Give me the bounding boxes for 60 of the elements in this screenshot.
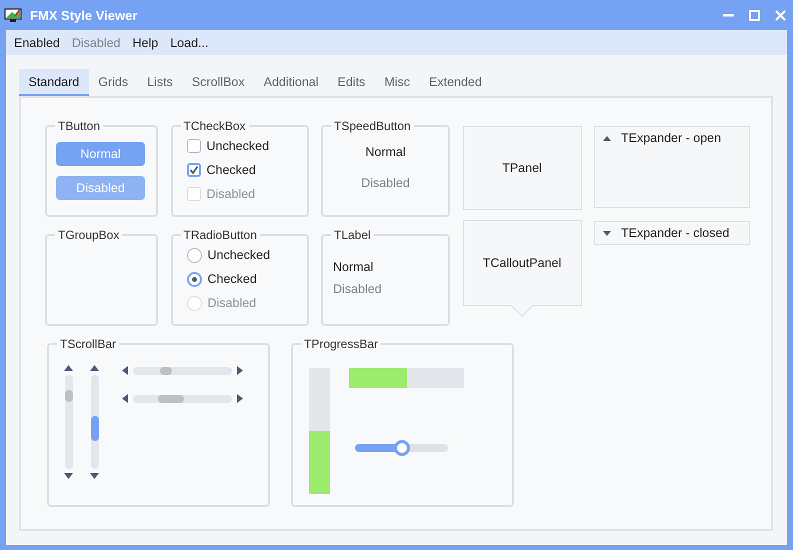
callout-panel: TCalloutPanel	[462, 220, 582, 317]
menu-item[interactable]: Help	[126, 34, 164, 52]
tab[interactable]: Edits	[328, 69, 375, 96]
group-title: TProgressBar	[303, 337, 380, 351]
scrollbar-track[interactable]	[133, 366, 232, 374]
checkbox[interactable]	[186, 139, 200, 153]
tab[interactable]: Extended	[420, 69, 492, 96]
scrollbar-thumb[interactable]	[158, 394, 184, 402]
checkbox[interactable]	[186, 163, 200, 177]
minimize-icon[interactable]	[723, 14, 734, 16]
scrollbar-thumb[interactable]	[90, 416, 98, 441]
radio-label: Checked	[208, 272, 257, 286]
triangle-up-icon	[603, 136, 611, 140]
group-title: TGroupBox	[57, 228, 120, 242]
panel: TPanel	[462, 126, 582, 210]
maximize-icon[interactable]	[749, 10, 760, 20]
scrollbar-thumb[interactable]	[64, 390, 72, 402]
arrow-right-icon[interactable]	[237, 394, 243, 403]
scrollbar-track[interactable]	[133, 394, 232, 402]
scrollbar-thumb[interactable]	[160, 366, 172, 374]
group-title: TSpeedButton	[333, 119, 412, 133]
tab[interactable]: Standard	[19, 69, 89, 96]
scrollbar-track[interactable]	[90, 375, 98, 469]
group-title: TRadioButton	[182, 228, 258, 242]
slider-thumb[interactable]	[394, 440, 410, 456]
tab[interactable]: Misc	[374, 69, 420, 96]
radio-button[interactable]	[186, 272, 202, 286]
group-title: TLabel	[333, 228, 372, 242]
radio-label: Unchecked	[208, 248, 270, 262]
arrow-up-icon[interactable]	[64, 365, 73, 371]
arrow-left-icon[interactable]	[122, 366, 128, 375]
expander-header[interactable]: TExpander - closed	[595, 222, 749, 244]
label-text: Normal	[333, 260, 374, 274]
group-title: TCheckBox	[182, 119, 247, 133]
arrow-up-icon[interactable]	[90, 365, 99, 371]
checkbox-label: Unchecked	[206, 139, 270, 153]
window-title: FMX Style Viewer	[30, 8, 138, 22]
monitor-icon	[4, 7, 22, 23]
triangle-down-icon	[603, 230, 611, 236]
tab[interactable]: ScrollBox	[182, 69, 254, 96]
label-text: Disabled	[333, 282, 382, 296]
checkbox-label: Checked	[206, 163, 256, 177]
tab[interactable]: Lists	[138, 69, 182, 96]
checkbox-label: Disabled	[206, 187, 256, 201]
close-icon[interactable]	[775, 10, 786, 20]
radio-label: Disabled	[208, 296, 256, 310]
group-title: TScrollBar	[59, 337, 118, 351]
menu-item[interactable]: Enabled	[8, 34, 66, 52]
menu-item[interactable]: Load...	[164, 34, 214, 52]
tab[interactable]: Grids	[88, 69, 138, 96]
arrow-left-icon[interactable]	[122, 394, 128, 403]
speed-button[interactable]: Normal	[361, 145, 410, 159]
radio-button[interactable]	[186, 248, 202, 262]
arrow-down-icon[interactable]	[64, 473, 73, 479]
scrollbar-track[interactable]	[64, 375, 72, 469]
expander-header[interactable]: TExpander - open	[595, 127, 749, 149]
arrow-right-icon[interactable]	[237, 366, 243, 375]
group-title: TButton	[57, 119, 102, 133]
arrow-down-icon[interactable]	[90, 473, 99, 479]
tab[interactable]: Additional	[254, 69, 328, 96]
